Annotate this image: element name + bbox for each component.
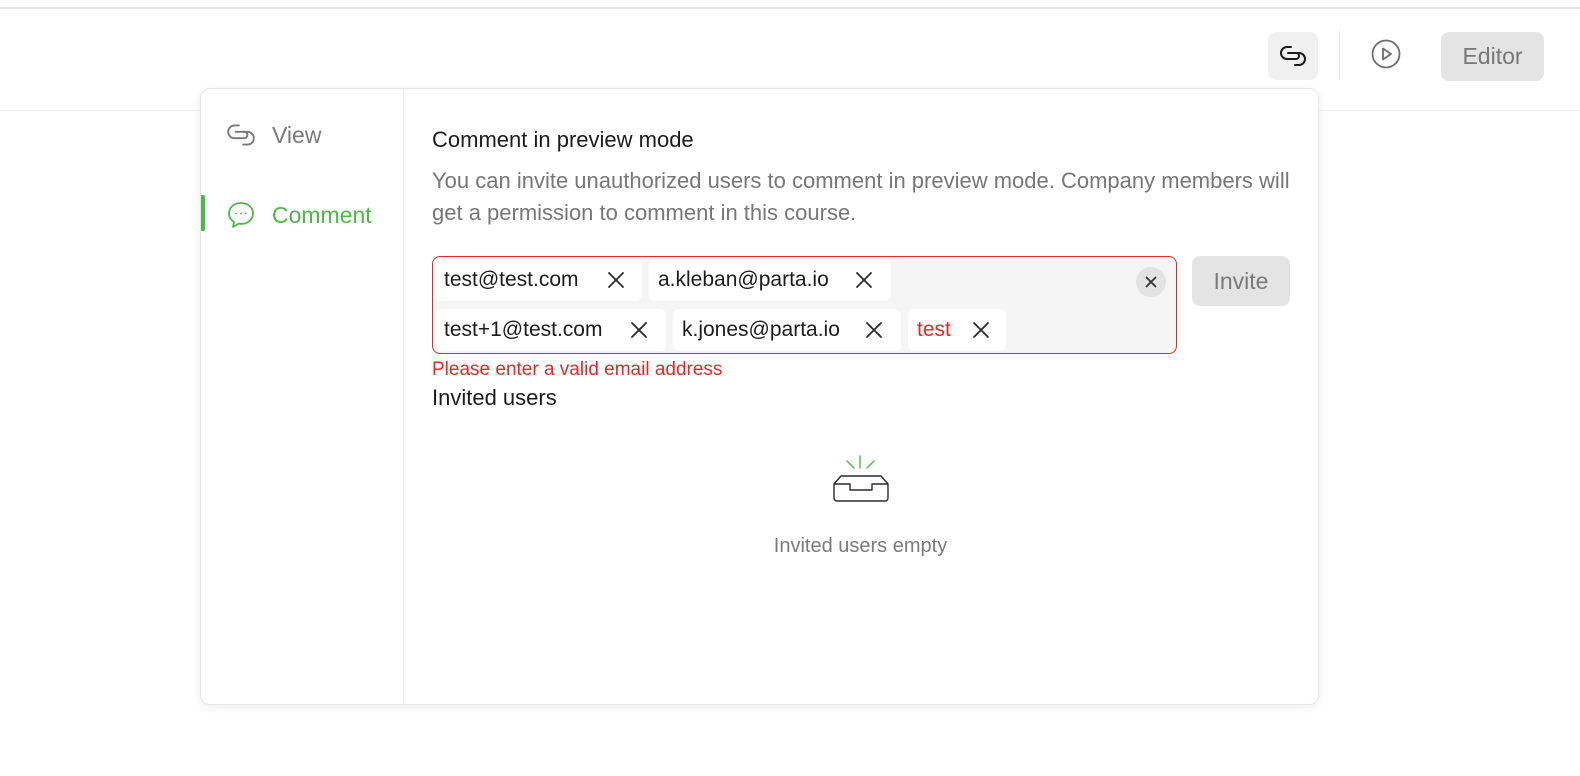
email-tag: test@test.com: [435, 259, 642, 301]
invited-users-heading: Invited users: [432, 385, 557, 410]
remove-tag-icon[interactable]: [854, 270, 874, 290]
panel-description: You can invite unauthorized users to com…: [432, 168, 1290, 225]
remove-tag-icon[interactable]: [864, 320, 884, 340]
link-icon: [1280, 46, 1306, 66]
email-tag: test+1@test.com: [435, 309, 666, 351]
header-separator: [1339, 30, 1340, 80]
share-link-button[interactable]: [1268, 32, 1318, 80]
share-mode-sidebar: View Comment: [201, 89, 404, 704]
email-tag-invalid: test: [908, 309, 1006, 351]
email-tag-label: test: [917, 318, 951, 341]
empty-state-text: Invited users empty: [773, 535, 948, 557]
email-tag: k.jones@parta.io: [673, 309, 901, 351]
sidebar-item-label: View: [272, 121, 322, 148]
preview-play-button[interactable]: [1364, 32, 1408, 76]
panel-title: Comment in preview mode: [432, 127, 694, 152]
email-tag-label: k.jones@parta.io: [682, 318, 840, 341]
sidebar-item-view[interactable]: View: [201, 115, 403, 155]
email-tag-label: a.kleban@parta.io: [658, 268, 829, 291]
comment-icon: [225, 199, 257, 231]
sidebar-item-comment[interactable]: Comment: [201, 195, 403, 235]
email-tag-label: test+1@test.com: [444, 318, 603, 341]
remove-tag-icon[interactable]: [606, 270, 626, 290]
email-tag-label: test@test.com: [444, 268, 579, 291]
invite-button[interactable]: Invite: [1192, 256, 1290, 306]
editor-button[interactable]: Editor: [1441, 32, 1544, 81]
play-circle-icon: [1371, 39, 1401, 69]
share-popover: View Comment Comment in preview mode You…: [200, 88, 1319, 705]
link-icon: [225, 119, 257, 151]
empty-inbox-icon: [833, 455, 889, 502]
email-tags-input[interactable]: test@test.com a.kleban@parta.io test+1@t…: [432, 256, 1177, 354]
clear-all-button[interactable]: [1136, 267, 1166, 297]
top-border: [0, 0, 1580, 9]
sidebar-item-label: Comment: [272, 201, 372, 228]
remove-tag-icon[interactable]: [971, 320, 991, 340]
validation-error: Please enter a valid email address: [432, 359, 723, 380]
email-tag: a.kleban@parta.io: [649, 259, 891, 301]
close-icon: [1145, 276, 1157, 288]
remove-tag-icon[interactable]: [629, 320, 649, 340]
